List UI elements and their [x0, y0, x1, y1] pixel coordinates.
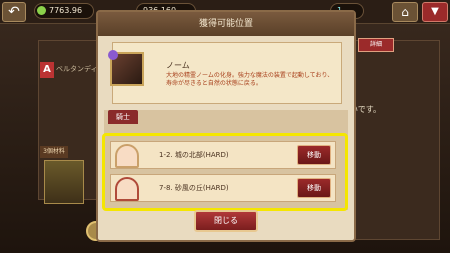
- close-button[interactable]: 閉じる: [194, 210, 258, 232]
- stage-gate-icon: [115, 144, 139, 168]
- menu-button[interactable]: ▼: [422, 2, 448, 22]
- back-button[interactable]: ↶: [2, 2, 26, 22]
- stamina-icon: [37, 6, 46, 15]
- stamina-value: 7763.96: [49, 6, 83, 15]
- location-row[interactable]: 7-8. 砂風の丘(HARD) 移動: [110, 174, 336, 202]
- location-label: 7-8. 砂風の丘(HARD): [159, 184, 229, 192]
- home-button[interactable]: ⌂: [392, 2, 418, 22]
- stage-gate-icon: [115, 177, 139, 201]
- item-description: 大地の精霊ノームの化身。強力な魔法の装置で起動しており、寿命が尽きると自然の状態…: [166, 72, 334, 87]
- move-button[interactable]: 移動: [297, 178, 331, 198]
- rank-badge: A: [40, 62, 54, 78]
- character-portrait[interactable]: [44, 160, 84, 204]
- modal-title: 獲得可能位置: [98, 12, 354, 36]
- location-row[interactable]: 1-2. 城の北部(HARD) 移動: [110, 141, 336, 169]
- tab-knight[interactable]: 騎士: [108, 110, 138, 124]
- location-label: 1-2. 城の北部(HARD): [159, 151, 229, 159]
- detail-tab[interactable]: 詳細: [358, 38, 394, 52]
- material-label: 3個材料: [40, 146, 68, 158]
- item-name: ノーム: [166, 61, 190, 70]
- element-icon: [108, 50, 118, 60]
- move-button[interactable]: 移動: [297, 145, 331, 165]
- stamina-counter: 7763.96: [34, 3, 94, 19]
